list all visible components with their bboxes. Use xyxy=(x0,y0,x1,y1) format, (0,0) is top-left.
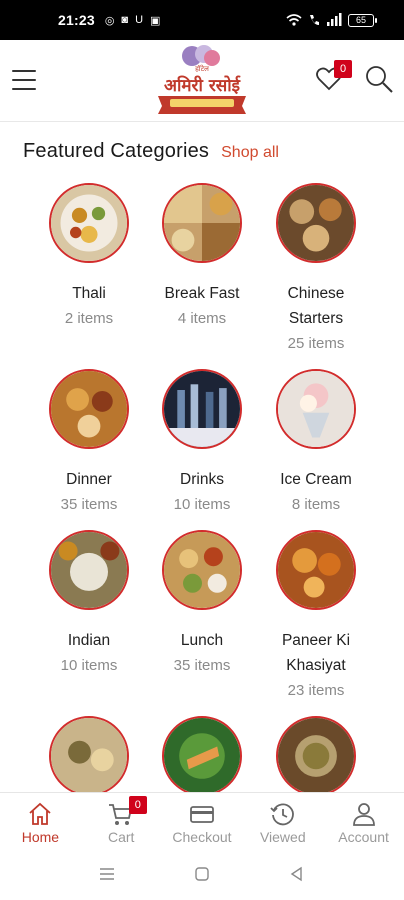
category-count: 10 items xyxy=(60,657,118,674)
svg-text:अमिरी रसोई: अमिरी रसोई xyxy=(164,75,241,96)
system-icons: 65 xyxy=(286,13,377,27)
category-name: Indian xyxy=(67,632,111,649)
app-header: हॉटेल अमिरी रसोई 0 xyxy=(0,40,404,122)
category-grid: Thali 2 items Break Fast 4 items Chinese… xyxy=(0,180,404,792)
nav-checkout[interactable]: Checkout xyxy=(162,793,243,852)
category-partial-3[interactable] xyxy=(256,716,376,792)
recent-apps-button[interactable] xyxy=(99,867,115,886)
category-count: 10 items xyxy=(173,496,231,513)
cart-count-badge: 0 xyxy=(128,796,147,814)
signal-icon xyxy=(327,13,342,26)
home-icon xyxy=(29,802,51,825)
whatsapp-icon: ◎ xyxy=(104,14,115,27)
category-image xyxy=(162,530,242,610)
category-break-fast[interactable]: Break Fast 4 items xyxy=(142,183,262,331)
category-name: Dinner xyxy=(66,471,112,488)
featured-categories-header: Featured Categories Shop all xyxy=(23,140,279,163)
nav-label: Account xyxy=(338,829,389,845)
category-name: Thali xyxy=(72,285,106,302)
category-partial-2[interactable] xyxy=(142,716,262,792)
call-icon xyxy=(310,15,319,25)
bottom-navigation: Home Cart 0 Checkout Viewed Account xyxy=(0,792,404,852)
card-icon xyxy=(190,806,214,823)
category-image xyxy=(49,183,129,263)
battery-level: 65 xyxy=(355,15,366,25)
category-count: 8 items xyxy=(291,496,341,513)
nav-label: Viewed xyxy=(259,829,306,845)
category-ice-cream[interactable]: Ice Cream 8 items xyxy=(256,369,376,517)
recents-icon xyxy=(100,867,115,880)
notification-icons: ◎ ◙ U ▣ xyxy=(105,14,161,27)
category-name: Ice Cream xyxy=(280,471,352,488)
category-count: 35 items xyxy=(60,496,118,513)
category-partial-1[interactable] xyxy=(29,716,149,792)
category-lunch[interactable]: Lunch 35 items xyxy=(142,530,262,678)
category-name: Chinese Starters xyxy=(287,285,345,327)
vpn-icon: U xyxy=(135,14,144,26)
wishlist-count-badge: 0 xyxy=(334,60,352,78)
nav-label: Home xyxy=(21,829,60,845)
category-count: 35 items xyxy=(173,657,231,674)
category-image xyxy=(162,716,242,792)
back-button[interactable] xyxy=(289,866,305,887)
category-name: Drinks xyxy=(180,471,224,488)
history-icon xyxy=(270,803,294,826)
category-count: 25 items xyxy=(287,335,345,352)
category-image xyxy=(276,530,356,610)
wishlist-button[interactable]: 0 xyxy=(314,60,352,94)
menu-icon[interactable] xyxy=(12,70,36,90)
category-image xyxy=(276,369,356,449)
category-name: Lunch xyxy=(180,632,224,649)
category-image xyxy=(162,183,242,263)
search-button[interactable] xyxy=(364,64,394,94)
category-dinner[interactable]: Dinner 35 items xyxy=(29,369,149,517)
category-thali[interactable]: Thali 2 items xyxy=(29,183,149,331)
category-image xyxy=(162,369,242,449)
nav-account[interactable]: Account xyxy=(323,793,404,852)
category-name: Break Fast xyxy=(164,285,240,302)
category-image xyxy=(49,716,129,792)
square-icon xyxy=(195,866,209,881)
svg-text:हॉटेल: हॉटेल xyxy=(195,64,209,73)
status-bar: 21:23 ◎ ◙ U ▣ 65 xyxy=(0,0,404,40)
category-image xyxy=(49,369,129,449)
category-drinks[interactable]: Drinks 10 items xyxy=(142,369,262,517)
battery-icon: 65 xyxy=(348,13,377,27)
nav-cart[interactable]: Cart 0 xyxy=(81,793,162,852)
category-name: Paneer Ki Khasiyat xyxy=(281,632,351,674)
instagram-icon: ◙ xyxy=(121,14,129,26)
message-icon: ▣ xyxy=(150,14,161,27)
category-image xyxy=(276,716,356,792)
nav-home[interactable]: Home xyxy=(0,793,81,852)
back-icon xyxy=(290,866,302,881)
category-indian[interactable]: Indian 10 items xyxy=(29,530,149,678)
category-paneer-ki-khasiyat[interactable]: Paneer Ki Khasiyat 23 items xyxy=(256,530,376,703)
category-count: 4 items xyxy=(177,310,227,327)
category-image xyxy=(276,183,356,263)
status-time: 21:23 xyxy=(58,12,95,28)
brand-logo[interactable]: हॉटेल अमिरी रसोई xyxy=(148,44,256,118)
nav-label: Cart xyxy=(107,829,135,845)
category-image xyxy=(49,530,129,610)
category-count: 23 items xyxy=(287,682,345,699)
search-icon xyxy=(366,66,393,93)
shop-all-link[interactable]: Shop all xyxy=(221,144,279,162)
category-count: 2 items xyxy=(64,310,114,327)
nav-viewed[interactable]: Viewed xyxy=(242,793,323,852)
wifi-icon xyxy=(286,14,302,26)
section-title: Featured Categories xyxy=(23,140,210,162)
home-system-button[interactable] xyxy=(194,866,210,887)
user-icon xyxy=(352,803,375,826)
category-chinese-starters[interactable]: Chinese Starters 25 items xyxy=(256,183,376,356)
system-navigation-bar xyxy=(0,852,404,900)
nav-label: Checkout xyxy=(172,829,232,845)
